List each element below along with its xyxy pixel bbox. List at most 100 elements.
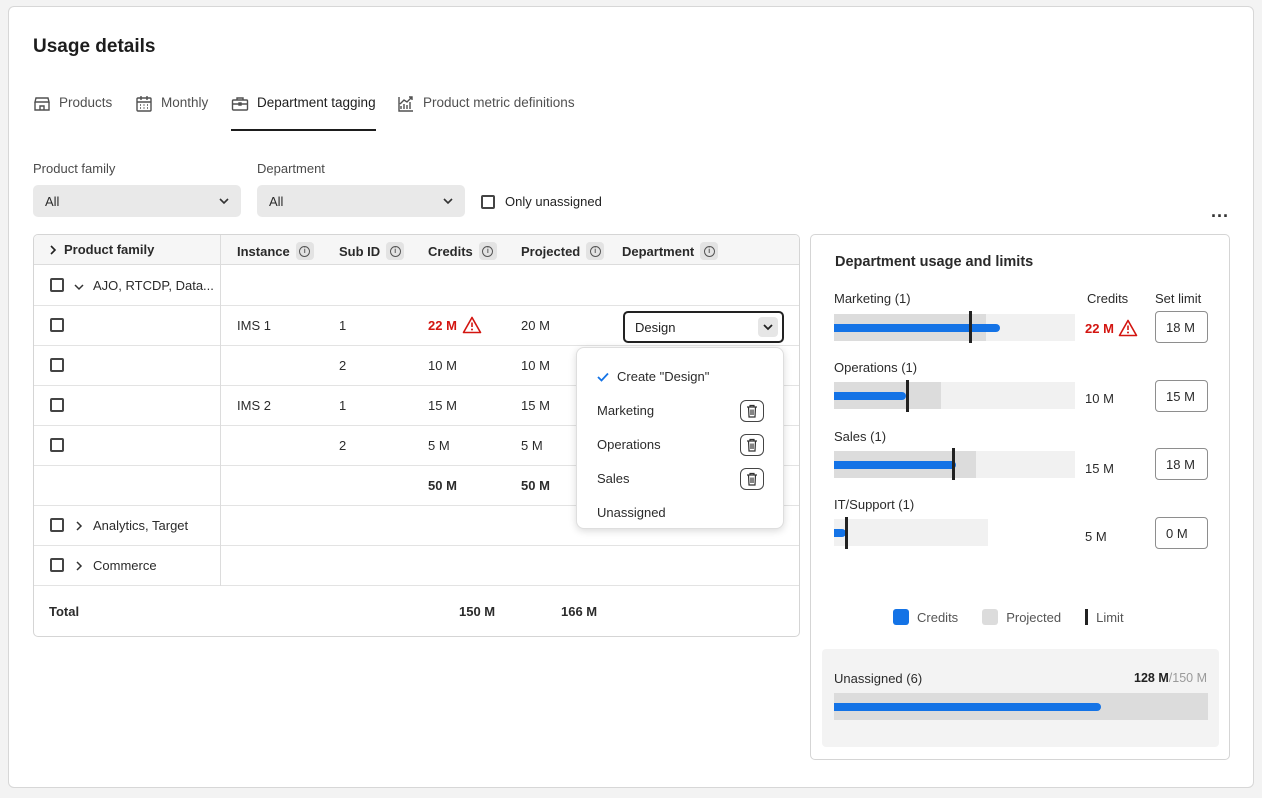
- menu-item-create[interactable]: Create "Design": [597, 369, 709, 384]
- limit-input-it-support[interactable]: 0 M: [1155, 517, 1208, 549]
- tab-department-tagging[interactable]: Department tagging: [231, 95, 376, 131]
- menu-item-unassigned[interactable]: Unassigned: [597, 505, 666, 520]
- info-icon[interactable]: i: [478, 242, 497, 260]
- info-icon[interactable]: i: [586, 242, 605, 260]
- menu-item-operations[interactable]: Operations: [597, 437, 661, 452]
- total-projected: 166 M: [561, 604, 598, 619]
- tab-products-label: Products: [59, 95, 113, 110]
- dept-credits-operations: 10 M: [1085, 391, 1114, 406]
- dept-name-marketing: Marketing (1): [834, 291, 911, 306]
- subtotal-credits: 50 M: [428, 478, 457, 493]
- chart-growth-icon: [398, 96, 413, 112]
- info-icon[interactable]: i: [295, 242, 314, 260]
- header-credits-label: Credits: [428, 243, 473, 259]
- row-checkbox[interactable]: [50, 278, 64, 292]
- legend: Credits Projected Limit: [893, 609, 1124, 625]
- tab-monthly[interactable]: Monthly: [135, 95, 208, 131]
- only-unassigned-checkbox[interactable]: [481, 194, 495, 209]
- header-department: Department i: [622, 242, 719, 260]
- cell-projected: 15 M: [521, 398, 550, 413]
- info-icon[interactable]: i: [700, 242, 719, 260]
- department-select-value: Design: [635, 319, 676, 335]
- total-label: Total: [49, 604, 80, 619]
- cell-projected: 5 M: [521, 438, 543, 453]
- header-sub-id-label: Sub ID: [339, 243, 381, 259]
- group-row: Commerce: [34, 546, 799, 586]
- usage-details-card: Usage details Products Monthly Departmen…: [8, 6, 1254, 788]
- cell-sub-id: 1: [339, 318, 347, 333]
- delete-operations-trash-icon[interactable]: [740, 434, 764, 456]
- legend-projected-swatch: [982, 609, 999, 625]
- row-checkbox[interactable]: [50, 518, 64, 532]
- chevron-down-icon: [443, 198, 453, 205]
- group-row: AJO, RTCDP, Data...: [34, 266, 799, 306]
- header-instance: Instance i: [237, 242, 314, 260]
- header-projected-label: Projected: [521, 243, 581, 259]
- department-select-toggle[interactable]: [758, 317, 778, 337]
- tab-product-metric-definitions-label: Product metric definitions: [423, 95, 575, 110]
- limit-marker: [845, 517, 848, 549]
- cell-instance: IMS 1: [237, 318, 271, 333]
- unassigned-used: 128 M: [1134, 671, 1169, 685]
- row-checkbox[interactable]: [50, 438, 64, 452]
- cell-projected: 10 M: [521, 358, 550, 373]
- warning-icon: [462, 316, 482, 334]
- cell-instance: IMS 2: [237, 398, 271, 413]
- chevron-down-icon[interactable]: [74, 282, 84, 292]
- chevron-right-icon: [50, 244, 57, 255]
- product-family-filter-label: Product family: [33, 161, 116, 176]
- store-icon: [34, 97, 50, 111]
- legend-projected-label: Projected: [1006, 609, 1062, 625]
- limit-input-marketing[interactable]: 18 M: [1155, 311, 1208, 343]
- cell-credits: 22 M: [428, 316, 482, 334]
- header-instance-label: Instance: [237, 243, 290, 259]
- dept-name-sales: Sales (1): [834, 429, 887, 444]
- limit-input-operations[interactable]: 15 M: [1155, 380, 1208, 412]
- limit-input-sales[interactable]: 18 M: [1155, 448, 1208, 480]
- table-header: Product family Instance i Sub ID i Credi…: [34, 235, 799, 265]
- row-checkbox[interactable]: [50, 318, 64, 332]
- department-picker-value: All: [269, 193, 284, 209]
- menu-item-sales[interactable]: Sales: [597, 471, 630, 486]
- legend-credits-label: Credits: [917, 609, 959, 625]
- delete-sales-trash-icon[interactable]: [740, 468, 764, 490]
- header-department-label: Department: [622, 243, 695, 259]
- column-divider: [220, 235, 221, 586]
- cell-sub-id: 1: [339, 398, 347, 413]
- info-icon[interactable]: i: [386, 242, 405, 260]
- tab-product-metric-definitions[interactable]: Product metric definitions: [397, 95, 575, 131]
- tab-products[interactable]: Products: [33, 95, 112, 131]
- legend-credits-swatch: [893, 609, 909, 625]
- chevron-right-icon[interactable]: [74, 561, 84, 571]
- delete-marketing-trash-icon[interactable]: [740, 400, 764, 422]
- page-title: Usage details: [33, 36, 156, 57]
- product-family-picker[interactable]: All: [33, 185, 241, 217]
- menu-item-marketing[interactable]: Marketing: [597, 403, 654, 418]
- more-actions-button[interactable]: ...: [1211, 201, 1229, 222]
- chevron-right-icon[interactable]: [74, 521, 84, 531]
- col-credits-header: Credits: [1087, 291, 1129, 306]
- menu-item-create-label: Create "Design": [617, 369, 710, 384]
- briefcase-icon: [231, 97, 249, 111]
- checkmark-icon: [597, 372, 609, 382]
- department-picker[interactable]: All: [257, 185, 465, 217]
- header-projected: Projected i: [521, 242, 605, 260]
- legend-limit-label: Limit: [1096, 609, 1124, 625]
- unassigned-summary: Unassigned (6) 128 M/150 M: [822, 649, 1219, 747]
- unassigned-bar-fill: [834, 703, 1101, 711]
- only-unassigned-toggle[interactable]: Only unassigned: [481, 194, 602, 209]
- cell-projected: 20 M: [521, 318, 550, 333]
- credits-bar: [834, 324, 1000, 332]
- row-checkbox[interactable]: [50, 358, 64, 372]
- row-checkbox[interactable]: [50, 398, 64, 412]
- credits-bar: [834, 392, 906, 400]
- unassigned-amount: 128 M/150 M: [1134, 671, 1207, 685]
- bar-track: [834, 519, 988, 546]
- expand-all-header[interactable]: Product family: [48, 242, 154, 257]
- group-name: AJO, RTCDP, Data...: [93, 278, 214, 293]
- department-select[interactable]: Design: [623, 311, 784, 343]
- unassigned-label: Unassigned (6): [834, 671, 923, 686]
- legend-limit-swatch: [1085, 609, 1089, 625]
- dept-name-operations: Operations (1): [834, 360, 918, 375]
- row-checkbox[interactable]: [50, 558, 64, 572]
